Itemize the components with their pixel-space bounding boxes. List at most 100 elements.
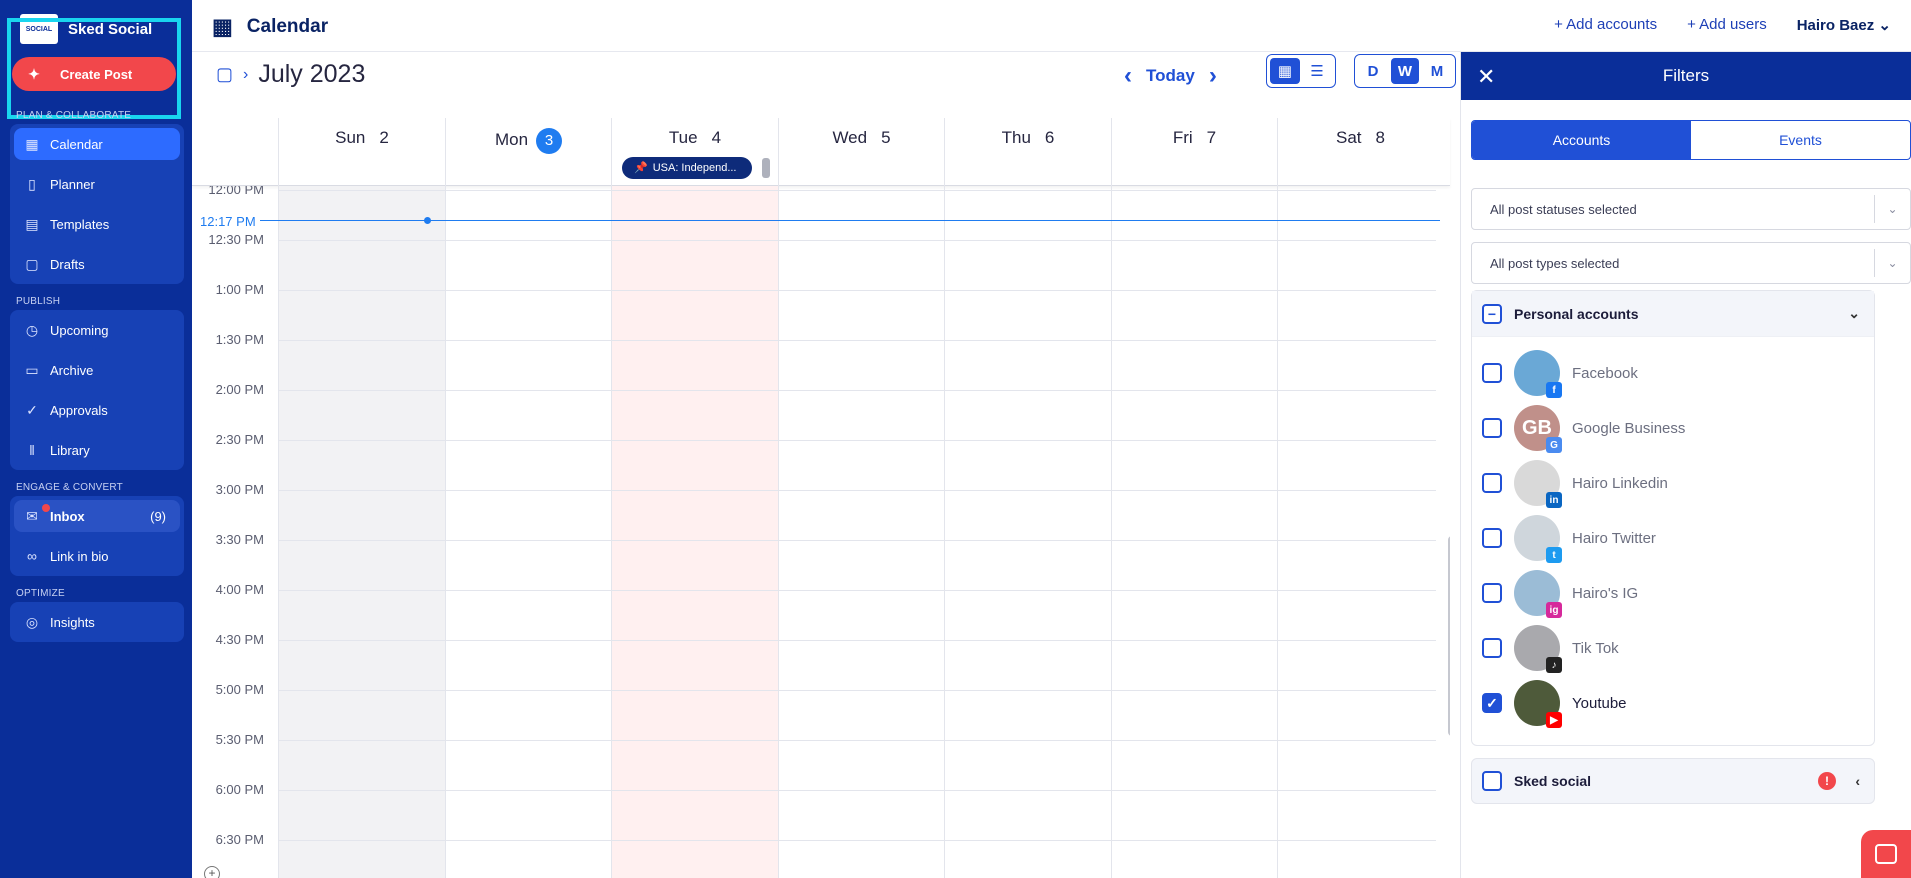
chevron-down-icon: ⌄: [1848, 305, 1860, 321]
account-name: Youtube: [1572, 694, 1627, 712]
holiday-event-chip[interactable]: 📌 USA: Independ...: [622, 157, 752, 179]
network-badge-icon: G: [1546, 437, 1562, 453]
sidebar-item-planner[interactable]: ▯ Planner: [10, 164, 184, 204]
add-accounts-link[interactable]: + Add accounts: [1554, 16, 1657, 34]
list-view-button[interactable]: ☰: [1302, 58, 1332, 84]
group-label: Sked social: [1514, 773, 1592, 789]
calendar-grid-view-button[interactable]: ▦: [1270, 58, 1300, 84]
personal-accounts-header[interactable]: − Personal accounts ⌄: [1472, 291, 1874, 337]
account-row[interactable]: ♪ Tik Tok: [1482, 624, 1619, 673]
pin-icon: 📌: [634, 162, 648, 174]
today-badge: 3: [536, 128, 563, 154]
account-checkbox[interactable]: [1482, 363, 1502, 383]
post-status-select[interactable]: All post statuses selected ⌄: [1471, 188, 1911, 230]
time-label: 2:00 PM: [215, 382, 264, 397]
chevron-right-icon[interactable]: ›: [243, 66, 248, 84]
account-name: Tik Tok: [1572, 639, 1619, 657]
user-menu[interactable]: Hairo Baez ⌄: [1797, 16, 1891, 34]
chat-support-button[interactable]: [1861, 830, 1911, 878]
sked-logo-icon: SOCIAL: [20, 14, 58, 44]
grid-scrollbar[interactable]: [1448, 536, 1450, 736]
account-checkbox[interactable]: [1482, 583, 1502, 603]
sidebar-item-archive[interactable]: ▭ Archive: [10, 350, 184, 390]
calendar-grid-icon: ▦: [1277, 63, 1293, 80]
day-label: Tue 4: [612, 128, 778, 148]
add-users-link[interactable]: + Add users: [1687, 16, 1767, 34]
calendar-icon: ▦: [212, 14, 233, 39]
sidebar-item-link-in-bio[interactable]: ∞ Link in bio: [10, 536, 184, 576]
account-checkbox[interactable]: [1482, 473, 1502, 493]
day-header-thu: Thu 6: [944, 118, 1111, 186]
clock-icon: ◷: [25, 322, 39, 338]
sidebar-item-label: Planner: [50, 176, 95, 192]
post-status-value: All post statuses selected: [1490, 201, 1637, 217]
sidebar-item-inbox[interactable]: ✉ Inbox (9): [14, 500, 180, 532]
time-label: 1:30 PM: [215, 332, 264, 347]
time-gridline: [278, 390, 1436, 391]
week-view-button[interactable]: W: [1391, 58, 1419, 84]
sidebar-item-label: Archive: [50, 362, 94, 378]
account-row[interactable]: ig Hairo's IG: [1482, 569, 1639, 618]
day-name: Sun: [335, 128, 366, 147]
month-view-button[interactable]: M: [1423, 58, 1451, 84]
sidebar-item-drafts[interactable]: ▢ Drafts: [10, 244, 184, 284]
brand-logo[interactable]: SOCIAL Sked Social: [20, 14, 152, 44]
sidebar-item-insights[interactable]: ◎ Insights: [10, 602, 184, 642]
chevron-left-icon: ‹: [1855, 773, 1860, 789]
account-row[interactable]: in Hairo Linkedin: [1482, 459, 1668, 508]
tab-accounts[interactable]: Accounts: [1472, 121, 1691, 159]
account-checkbox[interactable]: [1482, 528, 1502, 548]
today-button[interactable]: Today: [1146, 66, 1195, 86]
create-post-button[interactable]: ✦ Create Post: [12, 57, 176, 91]
account-name: Hairo's IG: [1572, 584, 1639, 602]
account-row[interactable]: GB G Google Business: [1482, 404, 1685, 453]
prev-week-button[interactable]: ‹: [1124, 62, 1132, 90]
group-indeterminate-checkbox[interactable]: −: [1482, 303, 1502, 324]
time-gridline: [278, 290, 1436, 291]
account-checkbox[interactable]: [1482, 418, 1502, 438]
time-gridline: [278, 740, 1436, 741]
nav-group-plan: ▦ Calendar ▯ Planner ▤ Templates ▢ Draft…: [10, 124, 184, 284]
account-row[interactable]: t Hairo Twitter: [1482, 514, 1656, 563]
phone-icon: ▯: [28, 176, 36, 192]
account-checkbox[interactable]: [1482, 638, 1502, 658]
books-icon: ‖: [29, 442, 35, 458]
account-row[interactable]: f Facebook: [1482, 349, 1638, 398]
magic-wand-icon: ✦: [28, 66, 40, 82]
zoom-in-icon[interactable]: +: [204, 866, 220, 878]
sidebar-item-library[interactable]: ‖ Library: [10, 430, 184, 470]
day-label: Thu 6: [945, 128, 1111, 148]
sidebar-item-label: Library: [50, 442, 90, 458]
event-title: USA: Independ...: [652, 162, 737, 174]
day-view-button[interactable]: D: [1359, 58, 1387, 84]
chevron-down-icon: ⌄: [1874, 195, 1910, 223]
time-label: 3:00 PM: [215, 482, 264, 497]
account-checkbox[interactable]: ✓: [1482, 693, 1502, 713]
time-label: 4:00 PM: [215, 582, 264, 597]
tab-events[interactable]: Events: [1691, 121, 1910, 159]
next-week-button[interactable]: ›: [1209, 62, 1217, 90]
network-badge-icon: t: [1546, 547, 1562, 563]
sidebar-item-calendar[interactable]: ▦ Calendar: [14, 128, 180, 160]
group-checkbox[interactable]: [1482, 771, 1502, 791]
time-gridline: [278, 790, 1436, 791]
week-time-grid[interactable]: 12:00 PM 12:30 PM 1:00 PM 1:30 PM 2:00 PM 2:3…: [192, 186, 1450, 878]
day-header-sun: Sun 2: [278, 118, 445, 186]
sked-social-group[interactable]: Sked social ! ‹: [1471, 758, 1875, 804]
event-scroll-handle[interactable]: [762, 158, 770, 178]
close-icon[interactable]: ✕: [1477, 64, 1495, 90]
chat-bubble-icon: [1875, 844, 1897, 864]
top-bar: ▦ Calendar + Add accounts + Add users Ha…: [192, 0, 1911, 52]
time-gridline: [278, 690, 1436, 691]
document-icon[interactable]: ▢: [216, 64, 233, 85]
post-type-select[interactable]: All post types selected ⌄: [1471, 242, 1911, 284]
sidebar-item-upcoming[interactable]: ◷ Upcoming: [10, 310, 184, 350]
account-row[interactable]: ✓ ▶ Youtube: [1482, 679, 1627, 728]
time-label: 4:30 PM: [215, 632, 264, 647]
sidebar-item-approvals[interactable]: ✓ Approvals: [10, 390, 184, 430]
sidebar-item-templates[interactable]: ▤ Templates: [10, 204, 184, 244]
day-name: Sat: [1336, 128, 1362, 147]
day-label: Fri 7: [1112, 128, 1277, 148]
account-avatar: GB G: [1514, 405, 1562, 453]
layout-toggle: ▦ ☰: [1266, 54, 1336, 88]
